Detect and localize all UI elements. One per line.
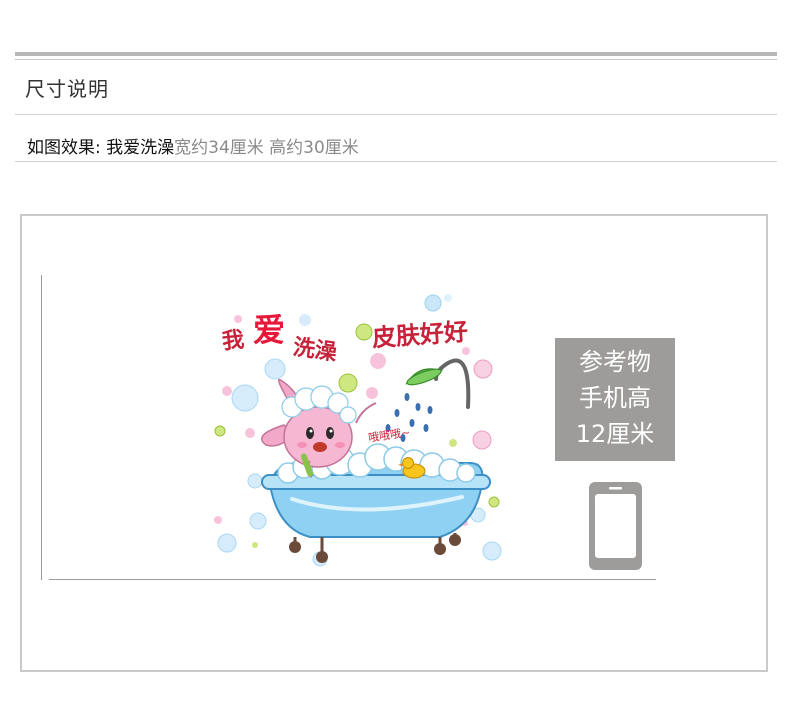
top-divider-thin [15,59,777,60]
sound-text: 哦哦哦~ [367,426,411,445]
title-char-ai: 爱 [253,311,285,349]
reference-line-3: 12厘米 [575,420,655,448]
description-label: 如图效果: 我爱洗澡 [27,138,175,158]
divider [15,114,777,115]
wall-sticker-illustration: 我 爱 洗澡 皮肤好好 哦哦哦~ [214,294,502,567]
description-dimensions: 宽约34厘米 高约30厘米 [174,138,359,158]
size-description: 如图效果: 我爱洗澡宽约34厘米 高约30厘米 [27,133,359,158]
top-divider-thick [15,52,777,56]
width-measure-line [49,579,656,580]
reference-line-2: 手机高 [579,384,651,412]
title-char-pifu: 皮肤好好 [371,318,469,353]
title-char-wo: 我 [221,328,246,355]
reference-box: 参考物 手机高 12厘米 [555,338,675,461]
phone-icon [589,482,642,570]
reference-line-1: 参考物 [579,348,651,376]
title-char-xizao: 洗澡 [291,335,338,366]
shower-head [405,368,444,386]
divider [15,161,777,162]
height-measure-line [41,275,42,580]
section-title: 尺寸说明 [25,77,109,101]
